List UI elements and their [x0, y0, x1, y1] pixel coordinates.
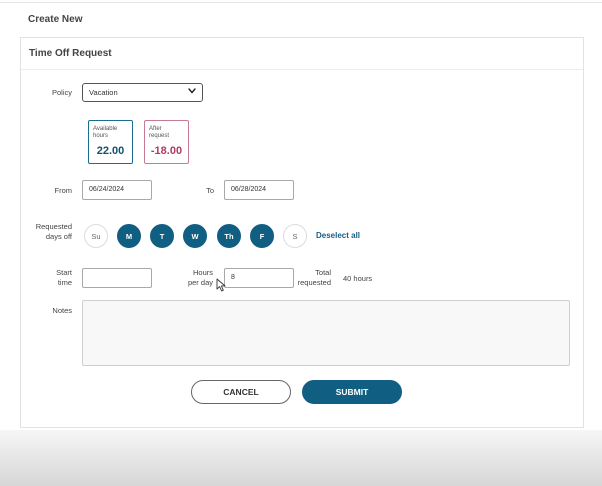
after-request-card: After request -18.00: [144, 120, 189, 164]
after-label-line2: request: [149, 132, 170, 139]
total-label-line2: requested: [297, 278, 331, 287]
to-label: To: [206, 186, 214, 195]
notes-label: Notes: [52, 306, 72, 315]
hours-per-day-label: Hours per day: [171, 268, 213, 288]
day-toggle-wednesday[interactable]: W: [183, 224, 207, 248]
start-time-input[interactable]: [82, 268, 152, 288]
from-label: From: [54, 186, 73, 195]
cancel-button[interactable]: CANCEL: [191, 380, 291, 404]
panel-divider: [21, 69, 583, 70]
start-time-label: Start time: [31, 268, 72, 288]
notes-textarea[interactable]: [82, 300, 570, 366]
hours-per-day-label-line2: per day: [187, 278, 213, 287]
to-date-value: 06/28/2024: [231, 186, 267, 193]
day-toggle-thursday[interactable]: Th: [217, 224, 241, 248]
chevron-down-icon: [188, 88, 196, 94]
time-off-request-panel: Time Off Request Policy Vacation Availab…: [20, 37, 584, 428]
start-time-label-line2: time: [57, 278, 72, 287]
requested-days-label: Requested days off: [23, 222, 72, 242]
from-date-value: 06/24/2024: [89, 186, 125, 193]
hours-per-day-label-line1: Hours: [192, 268, 213, 277]
total-label-line1: Total: [315, 268, 331, 277]
day-toggle-saturday[interactable]: S: [283, 224, 307, 248]
policy-label: Policy: [51, 88, 72, 97]
after-request-label: After request: [149, 126, 169, 139]
available-hours-card: Available hours 22.00: [88, 120, 133, 164]
available-label-line1: Available: [93, 126, 118, 132]
requested-days-label-line2: days off: [45, 232, 72, 241]
requested-days-label-line1: Requested: [35, 222, 72, 231]
day-toggle-sunday[interactable]: Su: [84, 224, 108, 248]
hours-per-day-input[interactable]: 8: [224, 268, 294, 288]
footer-band: [0, 430, 602, 486]
day-toggle-tuesday[interactable]: T: [150, 224, 174, 248]
to-date-input[interactable]: 06/28/2024: [224, 180, 294, 200]
policy-select[interactable]: Vacation: [82, 83, 203, 102]
day-toggle-friday[interactable]: F: [250, 224, 274, 248]
total-requested-value: 40 hours: [343, 274, 373, 283]
from-date-input[interactable]: 06/24/2024: [82, 180, 152, 200]
available-hours-label: Available hours: [93, 126, 117, 139]
top-divider: [0, 2, 602, 3]
submit-button[interactable]: SUBMIT: [302, 380, 402, 404]
hours-per-day-value: 8: [231, 274, 235, 281]
available-hours-value: 22.00: [96, 145, 125, 157]
total-requested-label: Total requested: [291, 268, 331, 288]
mouse-pointer-icon: [216, 278, 226, 292]
start-time-label-line1: Start: [56, 268, 72, 277]
available-label-line2: hours: [93, 132, 109, 139]
panel-title: Time Off Request: [29, 48, 112, 59]
day-toggle-monday[interactable]: M: [117, 224, 141, 248]
deselect-all-link[interactable]: Deselect all: [316, 231, 360, 240]
page-title: Create New: [28, 14, 83, 25]
policy-value: Vacation: [89, 88, 118, 97]
after-request-value: -18.00: [150, 145, 183, 157]
